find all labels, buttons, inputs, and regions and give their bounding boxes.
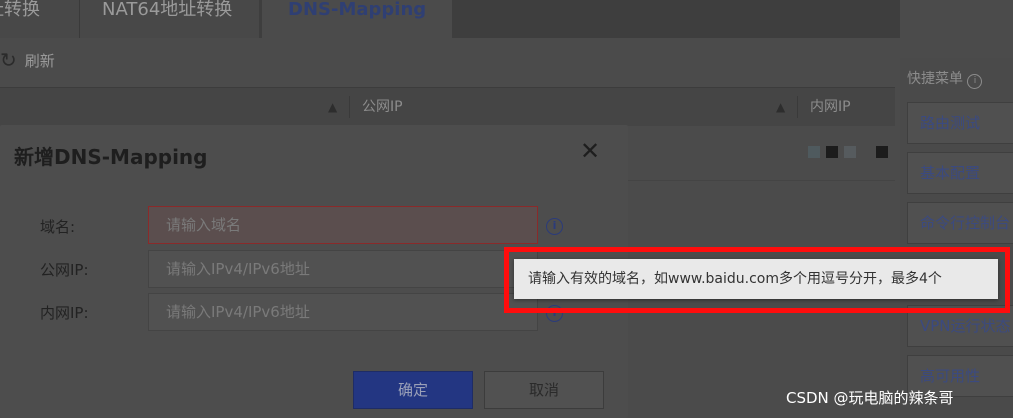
quick-item-basic-config[interactable]: 基本配置 xyxy=(907,152,1013,194)
quick-menu: 快捷菜单 i 路由测试 基本配置 命令行控制台 VPN运行状态 高可用性 xyxy=(900,58,1013,418)
close-icon[interactable]: ✕ xyxy=(580,137,600,165)
domain-input[interactable]: 请输入域名 xyxy=(148,206,538,244)
tab-address-translation[interactable]: 址转换 xyxy=(0,0,79,38)
tab-nat64[interactable]: NAT64地址转换 xyxy=(79,0,259,38)
public-ip-input[interactable]: 请输入IPv4/IPv6地址 xyxy=(148,250,538,288)
cancel-button[interactable]: 取消 xyxy=(484,371,604,409)
private-ip-input[interactable]: 请输入IPv4/IPv6地址 xyxy=(148,293,538,331)
table-header: ▲︎ 公网IP ▲︎ 内网IP xyxy=(0,87,895,127)
quick-item-route-test[interactable]: 路由测试 xyxy=(907,102,1013,144)
watermark: CSDN @玩电脑的辣条哥 xyxy=(786,389,954,407)
sort-icon[interactable]: ▲︎ xyxy=(776,88,785,126)
delete-icon[interactable] xyxy=(876,146,888,158)
confirm-button[interactable]: 确定 xyxy=(353,371,473,409)
public-ip-label: 公网IP: xyxy=(40,261,89,279)
info-icon[interactable]: i xyxy=(546,218,563,235)
page-background: 址转换 NAT64地址转换 DNS-Mapping ↻ 刷新 ▲︎ 公网IP ▲… xyxy=(0,0,1013,418)
quick-item-cli-console[interactable]: 命令行控制台 xyxy=(907,202,1013,244)
refresh-icon: ↻ xyxy=(0,48,17,72)
status-icon xyxy=(808,146,820,158)
private-ip-label: 内网IP: xyxy=(40,304,89,322)
dialog-title: 新增DNS-Mapping xyxy=(14,145,208,169)
quick-menu-title: 快捷菜单 i xyxy=(907,68,983,89)
refresh-label: 刷新 xyxy=(24,51,55,70)
tab-dns-mapping[interactable]: DNS-Mapping xyxy=(262,0,452,38)
status-icon xyxy=(844,146,856,158)
column-divider xyxy=(797,96,798,118)
domain-label: 域名: xyxy=(40,218,76,236)
info-icon: i xyxy=(967,74,983,89)
tab-bar: 址转换 NAT64地址转换 DNS-Mapping xyxy=(0,0,900,38)
column-header-private-ip[interactable]: 内网IP xyxy=(810,88,851,126)
refresh-button[interactable]: ↻ 刷新 xyxy=(0,48,55,72)
sort-icon[interactable]: ▲︎ xyxy=(328,88,337,126)
edit-icon[interactable] xyxy=(826,146,838,158)
column-divider xyxy=(349,96,350,118)
highlight-box xyxy=(504,247,1010,313)
row-action-icons xyxy=(808,143,894,162)
column-header-public-ip[interactable]: 公网IP xyxy=(362,88,403,126)
